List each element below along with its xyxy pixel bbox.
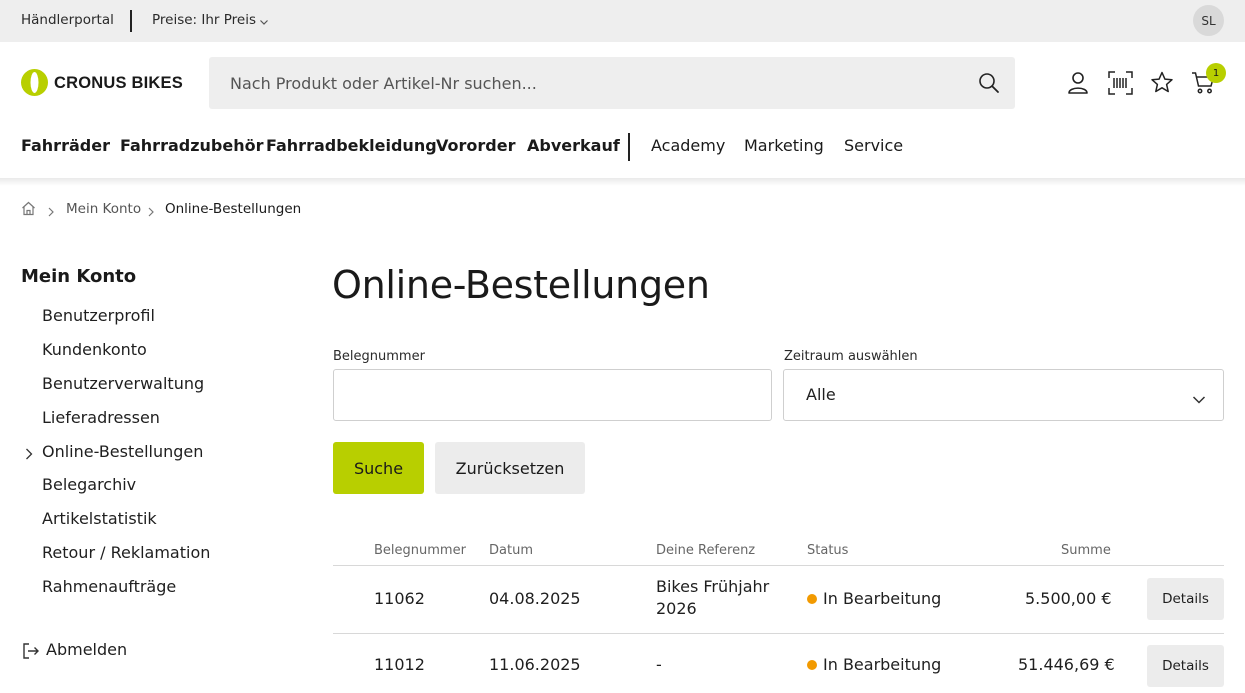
order-reference: - bbox=[656, 655, 662, 674]
star-icon[interactable] bbox=[1150, 71, 1174, 98]
nav-item-academy[interactable]: Academy bbox=[651, 136, 725, 155]
document-number-field-wrapper bbox=[333, 369, 772, 421]
column-header-status[interactable]: Status bbox=[807, 543, 848, 558]
nav-item-fahrradzubehoer[interactable]: Fahrradzubehör bbox=[120, 136, 264, 155]
order-number: 11012 bbox=[374, 655, 425, 674]
chevron-down-icon[interactable] bbox=[259, 12, 269, 31]
period-select[interactable]: Alle bbox=[783, 369, 1224, 421]
period-select-value: Alle bbox=[806, 385, 836, 404]
sidebar-item-kundenkonto[interactable]: Kundenkonto bbox=[42, 340, 147, 359]
price-mode-selector[interactable]: Preise: Ihr Preis bbox=[152, 12, 256, 28]
search-bar bbox=[209, 57, 1015, 109]
sidebar-item-lieferadressen[interactable]: Lieferadressen bbox=[42, 408, 160, 427]
reset-button[interactable]: Zurücksetzen bbox=[435, 442, 585, 494]
page-title: Online-Bestellungen bbox=[332, 263, 710, 307]
status-badge: In Bearbeitung bbox=[823, 589, 942, 608]
sidebar-item-benutzerverwaltung[interactable]: Benutzerverwaltung bbox=[42, 374, 204, 393]
table-divider bbox=[333, 565, 1224, 566]
nav-item-abverkauf[interactable]: Abverkauf bbox=[527, 136, 620, 155]
chevron-down-icon bbox=[1192, 390, 1206, 409]
breadcrumb-mein-konto[interactable]: Mein Konto bbox=[66, 201, 141, 217]
logout-link[interactable]: Abmelden bbox=[46, 640, 127, 659]
cart-count-badge: 1 bbox=[1206, 63, 1226, 83]
search-button[interactable]: Suche bbox=[333, 442, 424, 494]
logout-icon[interactable] bbox=[22, 642, 40, 664]
sidebar-item-belegarchiv[interactable]: Belegarchiv bbox=[42, 475, 136, 494]
column-header-summe[interactable]: Summe bbox=[1061, 543, 1111, 558]
nav-shadow bbox=[0, 178, 1245, 186]
breadcrumb-current: Online-Bestellungen bbox=[165, 201, 302, 217]
details-button[interactable]: Details bbox=[1147, 645, 1224, 687]
nav-item-service[interactable]: Service bbox=[844, 136, 903, 155]
column-header-belegnummer[interactable]: Belegnummer bbox=[374, 543, 466, 558]
nav-item-fahrraeder[interactable]: Fahrräder bbox=[21, 136, 110, 155]
home-icon[interactable] bbox=[21, 201, 36, 220]
order-total: 5.500,00 € bbox=[1025, 589, 1112, 608]
top-bar-divider bbox=[130, 10, 132, 32]
order-date: 04.08.2025 bbox=[489, 589, 581, 608]
order-reference: Bikes Frühjahr 2026 bbox=[656, 577, 770, 618]
status-dot-icon bbox=[807, 594, 817, 604]
details-button[interactable]: Details bbox=[1147, 578, 1224, 620]
dealer-portal-link[interactable]: Händlerportal bbox=[21, 12, 114, 28]
top-bar: Händlerportal Preise: Ihr Preis SL bbox=[0, 0, 1245, 42]
nav-divider bbox=[628, 133, 630, 161]
sidebar-item-benutzerprofil[interactable]: Benutzerprofil bbox=[42, 306, 155, 325]
order-date: 11.06.2025 bbox=[489, 655, 581, 674]
breadcrumb-chevron-icon bbox=[47, 205, 55, 221]
document-number-label: Belegnummer bbox=[333, 349, 425, 364]
search-icon[interactable] bbox=[978, 72, 1000, 98]
user-avatar[interactable]: SL bbox=[1193, 5, 1224, 36]
brand-name[interactable]: CRONUS BIKES bbox=[54, 74, 183, 93]
nav-item-marketing[interactable]: Marketing bbox=[744, 136, 824, 155]
sidebar-item-artikelstatistik[interactable]: Artikelstatistik bbox=[42, 509, 157, 528]
order-total: 51.446,69 € bbox=[1018, 655, 1115, 674]
active-chevron-icon bbox=[25, 445, 33, 464]
sidebar-item-retour-reklamation[interactable]: Retour / Reklamation bbox=[42, 543, 210, 562]
status-dot-icon bbox=[807, 660, 817, 670]
document-number-input[interactable] bbox=[334, 370, 771, 420]
column-header-datum[interactable]: Datum bbox=[489, 543, 533, 558]
sidebar-item-online-bestellungen[interactable]: Online-Bestellungen bbox=[42, 442, 203, 461]
search-input[interactable] bbox=[209, 57, 969, 109]
breadcrumb-chevron-icon bbox=[147, 205, 155, 221]
column-header-referenz[interactable]: Deine Referenz bbox=[656, 543, 755, 558]
nav-item-vororder[interactable]: Vororder bbox=[436, 136, 515, 155]
brand-logo-icon[interactable] bbox=[21, 69, 48, 100]
sidebar-item-rahmenauftraege[interactable]: Rahmenaufträge bbox=[42, 577, 176, 596]
order-number: 11062 bbox=[374, 589, 425, 608]
user-icon[interactable] bbox=[1067, 71, 1089, 99]
status-badge: In Bearbeitung bbox=[823, 655, 942, 674]
period-label: Zeitraum auswählen bbox=[784, 349, 918, 364]
barcode-scanner-icon[interactable] bbox=[1108, 71, 1133, 99]
table-divider bbox=[333, 633, 1224, 634]
nav-item-fahrradbekleidung[interactable]: Fahrradbekleidung bbox=[266, 136, 437, 155]
sidebar-title: Mein Konto bbox=[21, 266, 137, 287]
